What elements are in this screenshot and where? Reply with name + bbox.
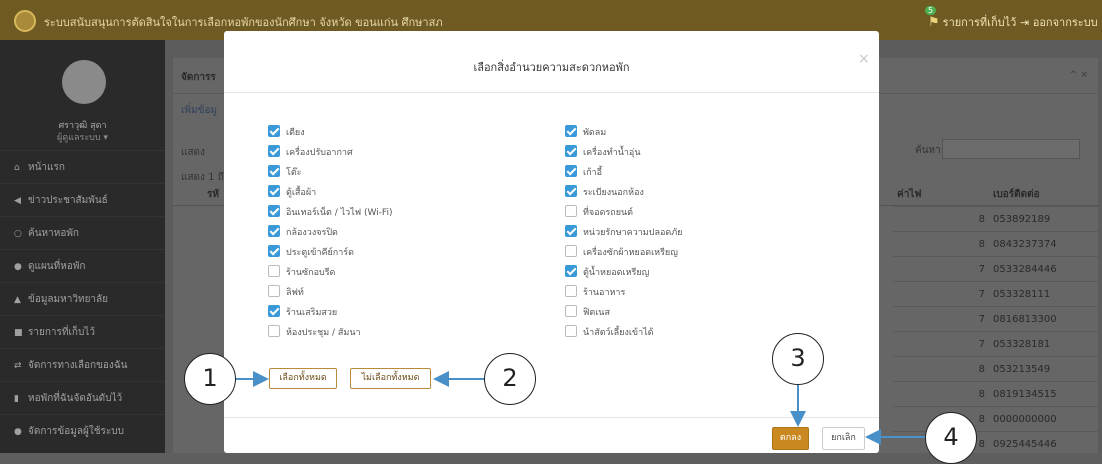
- facility-label: นำสัตว์เลี้ยงเข้าได้: [583, 328, 654, 338]
- facility-label: ฟิตเนส: [583, 308, 610, 318]
- facility-label: ร้านเสริมสวย: [286, 308, 338, 318]
- checkbox[interactable]: [268, 265, 280, 277]
- modal-backdrop[interactable]: เลือกสิ่งอำนวยความสะดวกหอพัก × เตียงเครื…: [0, 0, 1102, 453]
- checkbox[interactable]: [565, 285, 577, 297]
- deselect-all-button[interactable]: ไม่เลือกทั้งหมด: [350, 368, 431, 389]
- checkbox[interactable]: [268, 245, 280, 257]
- checkbox[interactable]: [268, 225, 280, 237]
- callout-1: 1: [184, 353, 236, 405]
- checkbox[interactable]: [268, 305, 280, 317]
- checkbox[interactable]: [268, 285, 280, 297]
- facility-label: หน่วยรักษาความปลอดภัย: [583, 228, 683, 238]
- facility-label: ห้องประชุม / สัมนา: [286, 328, 361, 338]
- checkbox[interactable]: [565, 125, 577, 137]
- modal-title: เลือกสิ่งอำนวยความสะดวกหอพัก: [473, 61, 630, 74]
- facility-label: อินเทอร์เน็ต / ไวไฟ (Wi-Fi): [286, 208, 393, 218]
- checkbox[interactable]: [268, 165, 280, 177]
- checkbox[interactable]: [565, 205, 577, 217]
- checkbox[interactable]: [565, 165, 577, 177]
- checkbox[interactable]: [268, 125, 280, 137]
- callout-3: 3: [772, 333, 824, 385]
- facilities-modal: เลือกสิ่งอำนวยความสะดวกหอพัก × เตียงเครื…: [224, 31, 879, 453]
- callout-2: 2: [484, 353, 536, 405]
- select-all-button[interactable]: เลือกทั้งหมด: [269, 368, 337, 389]
- callout-4: 4: [925, 412, 977, 464]
- facility-label: ตู้เสื้อผ้า: [286, 188, 317, 198]
- checkbox[interactable]: [565, 185, 577, 197]
- facility-label: พัดลม: [583, 128, 607, 138]
- facility-label: โต๊ะ: [286, 168, 302, 178]
- facility-label: ที่จอดรถยนต์: [583, 208, 634, 218]
- facility-label: เครื่องซักผ้าหยอดเหรียญ: [583, 248, 678, 258]
- ok-button[interactable]: ตกลง: [772, 427, 809, 450]
- facility-label: ร้านอาหาร: [583, 288, 626, 298]
- close-icon[interactable]: ×: [858, 51, 870, 67]
- facility-label: ร้านซักอบรีด: [286, 268, 336, 278]
- checkbox[interactable]: [268, 145, 280, 157]
- cancel-button[interactable]: ยกเลิก: [822, 427, 865, 450]
- checkbox[interactable]: [565, 305, 577, 317]
- checkbox[interactable]: [268, 185, 280, 197]
- checkbox[interactable]: [565, 145, 577, 157]
- facility-label: เก้าอี้: [583, 168, 602, 178]
- facility-label: กล้องวงจรปิด: [286, 228, 338, 238]
- checkbox[interactable]: [565, 265, 577, 277]
- checkbox[interactable]: [565, 225, 577, 237]
- checkbox[interactable]: [565, 245, 577, 257]
- facility-label: ตู้น้ำหยอดเหรียญ: [583, 268, 650, 278]
- facility-label: ระเบียงนอกห้อง: [583, 188, 644, 198]
- facility-label: ประตูเข้าคีย์การ์ด: [286, 248, 354, 258]
- checkbox[interactable]: [268, 325, 280, 337]
- facility-label: เครื่องปรับอากาศ: [286, 148, 353, 158]
- modal-header: เลือกสิ่งอำนวยความสะดวกหอพัก ×: [224, 31, 879, 93]
- modal-footer-divider: [224, 417, 879, 418]
- facility-label: ลิฟท์: [286, 288, 304, 298]
- checkbox[interactable]: [565, 325, 577, 337]
- facility-label: เตียง: [286, 128, 305, 138]
- checkbox[interactable]: [268, 205, 280, 217]
- facility-label: เครื่องทำน้ำอุ่น: [583, 148, 641, 158]
